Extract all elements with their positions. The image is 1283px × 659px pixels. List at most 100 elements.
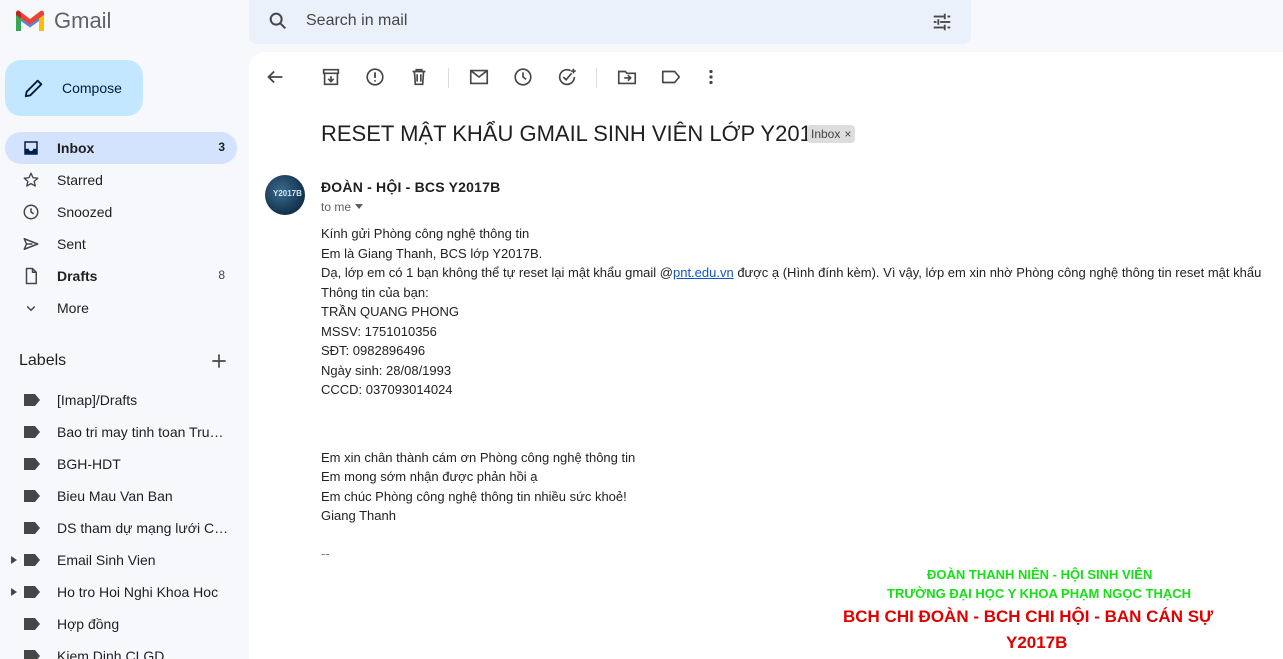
mark-unread-icon[interactable] <box>468 66 490 88</box>
inbox-icon <box>24 141 38 155</box>
label-tag-icon <box>24 490 40 502</box>
search-options-icon[interactable] <box>931 11 953 33</box>
sidebar-item-sent[interactable]: Sent <box>5 228 237 260</box>
star-icon <box>23 172 39 187</box>
label-name: [Imap]/Drafts <box>57 392 138 408</box>
report-spam-icon[interactable] <box>364 66 386 88</box>
label-tag-icon <box>24 554 40 566</box>
caret-down-icon <box>355 204 364 209</box>
app-name: Gmail <box>54 8 112 33</box>
toolbar-divider <box>448 68 449 88</box>
domain-link[interactable]: pnt.edu.vn <box>673 265 734 280</box>
move-to-icon[interactable] <box>616 66 638 88</box>
avatar-text: Y2017B <box>273 189 302 198</box>
signature-line: ĐOÀN THANH NIÊN - HỘI SINH VIÊN <box>927 567 1153 582</box>
sidebar-item-inbox[interactable]: Inbox 3 <box>5 132 237 164</box>
search-bar[interactable]: Search in mail <box>249 0 971 44</box>
body-line: Kính gửi Phòng công nghệ thông tin <box>321 226 530 241</box>
archive-icon[interactable] <box>320 66 342 88</box>
label-tag-icon <box>24 618 40 630</box>
label-item[interactable]: Ho tro Hoi Nghi Khoa Hoc <box>5 576 237 608</box>
sidebar-item-label: Sent <box>57 236 86 252</box>
label-name: DS tham dự mạng lưới Công tác Xã hội <box>57 520 229 536</box>
body-text: Dạ, lớp em có 1 bạn không thể tự reset l… <box>321 265 673 280</box>
sidebar-item-starred[interactable]: Starred <box>5 164 237 196</box>
sidebar-item-drafts[interactable]: Drafts 8 <box>5 260 237 292</box>
labels-heading: Labels <box>19 352 67 369</box>
label-name: Hợp đồng <box>57 616 120 632</box>
body-line: Dạ, lớp em có 1 bạn không thể tự reset l… <box>321 265 1261 280</box>
unread-count: 3 <box>218 140 225 154</box>
add-task-icon[interactable] <box>556 66 578 88</box>
sidebar-item-label: Inbox <box>57 140 95 156</box>
label-name: Kiem Dinh CLGD <box>57 648 165 659</box>
more-vert-icon[interactable] <box>700 66 722 88</box>
label-tag-icon <box>24 458 40 470</box>
email-subject: RESET MẬT KHẨU GMAIL SINH VIÊN LỚP Y2017… <box>321 121 839 146</box>
label-tag-icon <box>24 426 40 438</box>
label-name: Ho tro Hoi Nghi Khoa Hoc <box>57 584 219 600</box>
label-tag-icon <box>24 522 40 534</box>
label-item[interactable]: Email Sinh Vien <box>5 544 237 576</box>
snooze-icon[interactable] <box>512 66 534 88</box>
label-icon[interactable] <box>660 66 682 88</box>
gmail-m-icon <box>16 10 44 31</box>
label-item[interactable]: Hợp đồng <box>5 608 237 640</box>
message-view: RESET MẬT KHẨU GMAIL SINH VIÊN LỚP Y2017… <box>249 52 1283 659</box>
chip-label: Inbox <box>811 127 841 141</box>
to-me-text: to me <box>321 200 352 214</box>
label-item[interactable]: BGH-HDT <box>5 448 237 480</box>
back-arrow-icon[interactable] <box>264 66 286 88</box>
recipient-details[interactable]: to me <box>321 200 364 214</box>
expand-caret-icon[interactable] <box>11 588 17 596</box>
avatar[interactable]: Y2017B <box>265 175 305 215</box>
compose-label: Compose <box>62 80 122 96</box>
body-line: Em là Giang Thanh, BCS lớp Y2017B. <box>321 246 543 261</box>
body-text: được ạ (Hình đính kèm). Vì vậy, lớp em x… <box>733 265 1262 280</box>
search-icon[interactable] <box>267 10 289 32</box>
body-line: SĐT: 0982896496 <box>321 343 426 358</box>
label-tag-icon <box>24 650 40 659</box>
body-line: Thông tin của bạn: <box>321 285 429 300</box>
sidebar-item-label: More <box>57 300 89 316</box>
signature-title: BCH CHI ĐOÀN - BCH CHI HỘI - BAN CÁN SỰ <box>843 607 1214 626</box>
label-tag-icon <box>24 394 40 406</box>
sidebar-item-label: Starred <box>57 172 103 188</box>
expand-caret-icon[interactable] <box>11 556 17 564</box>
label-item[interactable]: [Imap]/Drafts <box>5 384 237 416</box>
pencil-icon <box>24 79 43 98</box>
draft-count: 8 <box>218 268 225 282</box>
sidebar-item-label: Drafts <box>57 268 98 284</box>
body-line: Giang Thanh <box>321 508 396 523</box>
inbox-label-chip[interactable]: Inbox × <box>807 125 856 143</box>
label-name: Email Sinh Vien <box>57 552 156 568</box>
search-input[interactable]: Search in mail <box>306 12 407 30</box>
chevron-down-icon <box>26 305 36 312</box>
compose-button[interactable]: Compose <box>5 60 143 116</box>
label-item[interactable]: Kiem Dinh CLGD <box>5 640 237 659</box>
label-item[interactable]: DS tham dự mạng lưới Công tác Xã hội <box>5 512 237 544</box>
sidebar-item-snoozed[interactable]: Snoozed <box>5 196 237 228</box>
body-line: TRẦN QUANG PHONG <box>321 304 459 319</box>
body-line: CCCD: 037093014024 <box>321 382 453 397</box>
body-line: MSSV: 1751010356 <box>321 324 437 339</box>
gmail-logo[interactable]: Gmail <box>14 6 111 36</box>
toolbar-divider <box>596 68 597 88</box>
body-line: Em mong sớm nhận được phản hồi ạ <box>321 469 538 484</box>
sender-name[interactable]: ĐOÀN - HỘI - BCS Y2017B <box>321 179 500 195</box>
label-item[interactable]: Bieu Mau Van Ban <box>5 480 237 512</box>
send-icon <box>23 238 39 250</box>
body-line: Ngày sinh: 28/08/1993 <box>321 363 452 378</box>
sidebar-item-more[interactable]: More <box>5 292 237 324</box>
label-name: Bieu Mau Van Ban <box>57 488 173 504</box>
signature-line: TRƯỜNG ĐẠI HỌC Y KHOA PHẠM NGỌC THẠCH <box>887 586 1192 601</box>
clock-icon <box>23 204 39 220</box>
signature-separator: -- <box>321 546 330 561</box>
sidebar-item-label: Snoozed <box>57 204 113 220</box>
label-item[interactable]: Bao tri may tinh toan Truong <box>5 416 237 448</box>
add-label-icon[interactable] <box>209 351 229 371</box>
chip-remove-icon[interactable]: × <box>844 127 851 141</box>
delete-icon[interactable] <box>408 66 430 88</box>
draft-icon <box>25 267 37 285</box>
body-line: Em chúc Phòng công nghệ thông tin nhiều … <box>321 489 627 504</box>
